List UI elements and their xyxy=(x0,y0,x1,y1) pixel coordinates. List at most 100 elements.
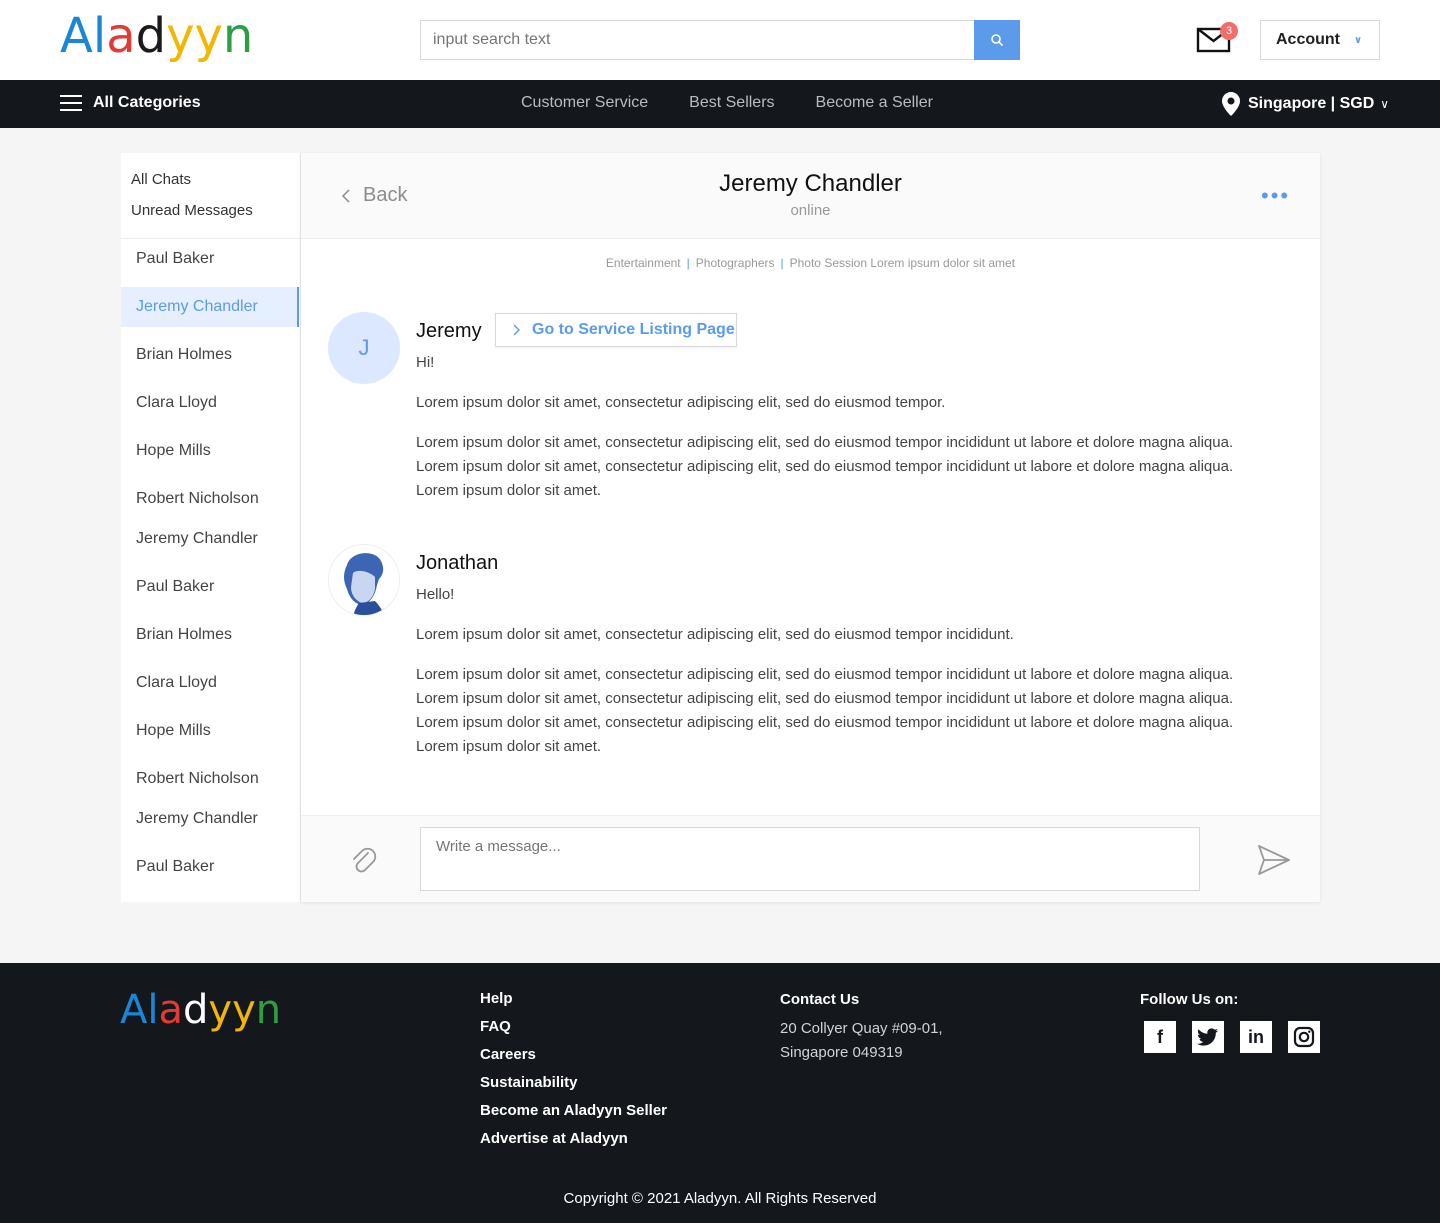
sidebar-item-contact[interactable]: Robert Nicholson xyxy=(121,759,300,799)
all-categories-button[interactable]: All Categories xyxy=(60,93,201,113)
site-footer: Aladyyn Help FAQ Careers Sustainability … xyxy=(0,963,1440,1223)
nav-links: Customer Service Best Sellers Become a S… xyxy=(521,94,974,112)
more-options-icon[interactable]: ••• xyxy=(1261,183,1290,209)
sidebar-item-contact[interactable]: Clara Lloyd xyxy=(121,383,300,423)
logo-letter: y xyxy=(208,987,233,1033)
message-text: Lorem ipsum dolor sit amet, consectetur … xyxy=(416,434,1234,499)
message-text: Hi! xyxy=(416,354,435,371)
sidebar-item-contact[interactable]: Jeremy Chandler xyxy=(121,799,300,839)
nav-link-customer-service[interactable]: Customer Service xyxy=(521,94,648,112)
logo-letter: l xyxy=(147,987,159,1033)
sidebar-item-contact[interactable]: Robert Nicholson xyxy=(121,479,300,519)
footer-link-faq[interactable]: FAQ xyxy=(480,1017,667,1045)
message-text: Lorem ipsum dolor sit amet, consectetur … xyxy=(416,394,946,411)
nav-link-best-sellers[interactable]: Best Sellers xyxy=(689,94,774,112)
account-dropdown[interactable]: Account ∨ xyxy=(1260,20,1380,60)
search-input[interactable] xyxy=(420,20,975,60)
footer-link-help[interactable]: Help xyxy=(480,989,667,1017)
sidebar-item-contact[interactable]: Hope Mills xyxy=(121,711,300,751)
notification-badge: 3 xyxy=(1220,22,1238,40)
chat-status: online xyxy=(790,202,831,219)
sidebar-item-contact[interactable]: Jeremy Chandler xyxy=(121,287,299,327)
go-to-listing-button[interactable]: Go to Service Listing Page xyxy=(495,313,737,347)
address-line: 20 Collyer Quay #09-01, xyxy=(780,1020,943,1037)
follow-heading: Follow Us on: xyxy=(1140,991,1239,1008)
menu-icon xyxy=(60,93,82,113)
chevron-down-icon: ∨ xyxy=(1380,97,1390,111)
avatar xyxy=(328,544,400,616)
brand-logo[interactable]: Aladyyn xyxy=(60,8,253,64)
message-text: Lorem ipsum dolor sit amet, consectetur … xyxy=(416,666,1234,755)
logo-letter: d xyxy=(183,987,209,1033)
twitter-icon[interactable] xyxy=(1192,1021,1224,1053)
chat-message: J Jeremy Go to Service Listing Page Hi! … xyxy=(328,312,1288,512)
message-sender: Jonathan xyxy=(416,552,499,574)
chevron-down-icon: ∨ xyxy=(1354,34,1363,46)
chevron-right-icon xyxy=(513,324,520,336)
message-composer xyxy=(301,815,1320,902)
chat-message: Jonathan Hello! Lorem ipsum dolor sit am… xyxy=(328,544,1288,764)
logo-letter: n xyxy=(255,987,282,1033)
sidebar-item-contact[interactable]: Brian Holmes xyxy=(121,335,300,375)
breadcrumb-separator: | xyxy=(780,256,784,270)
filter-all-chats[interactable]: All Chats xyxy=(131,171,300,202)
logo-letter: n xyxy=(222,8,254,64)
sidebar-item-contact[interactable]: Jeremy Chandler xyxy=(121,519,300,559)
linkedin-icon[interactable]: in xyxy=(1240,1021,1272,1053)
locale-selector[interactable]: Singapore | SGD ∨ xyxy=(1222,92,1389,116)
all-categories-label: All Categories xyxy=(93,94,201,111)
account-label: Account xyxy=(1276,31,1340,48)
locale-label: Singapore | SGD xyxy=(1248,95,1375,112)
breadcrumb-item[interactable]: Entertainment xyxy=(606,256,681,270)
avatar: J xyxy=(328,312,400,384)
footer-link-advertise[interactable]: Advertise at Aladyyn xyxy=(480,1129,667,1157)
sidebar-item-contact[interactable]: Paul Baker xyxy=(121,567,300,607)
logo-letter: l xyxy=(92,8,107,64)
chat-panel: Back Jeremy Chandler online ••• Entertai… xyxy=(301,153,1320,902)
chat-filters: All Chats Unread Messages xyxy=(121,153,300,239)
chat-contact-name: Jeremy Chandler xyxy=(719,170,902,197)
instagram-icon[interactable] xyxy=(1288,1021,1320,1053)
footer-follow: Follow Us on: f in xyxy=(1140,991,1320,1053)
attachment-icon[interactable] xyxy=(349,844,377,876)
contact-heading: Contact Us xyxy=(780,991,860,1008)
footer-links: Help FAQ Careers Sustainability Become a… xyxy=(480,989,667,1157)
footer-link-sustainability[interactable]: Sustainability xyxy=(480,1073,667,1101)
sidebar-item-contact[interactable]: Clara Lloyd xyxy=(121,663,300,703)
chat-header: Back Jeremy Chandler online ••• xyxy=(301,153,1320,239)
logo-letter: a xyxy=(158,987,184,1033)
search-icon xyxy=(991,34,1004,47)
logo-letter: A xyxy=(120,987,148,1033)
nav-link-become-seller[interactable]: Become a Seller xyxy=(816,94,933,112)
message-text: Lorem ipsum dolor sit amet, consectetur … xyxy=(416,626,1014,643)
breadcrumb-separator: | xyxy=(686,256,690,270)
facebook-icon[interactable]: f xyxy=(1144,1021,1176,1053)
sidebar-item-contact[interactable]: Paul Baker xyxy=(121,847,300,887)
listing-button-label: Go to Service Listing Page xyxy=(532,321,735,338)
logo-letter: y xyxy=(232,987,256,1033)
message-sender: Jeremy xyxy=(416,320,482,342)
logo-letter: a xyxy=(106,8,136,64)
breadcrumb-item[interactable]: Photo Session Lorem ipsum dolor sit amet xyxy=(790,256,1015,270)
address-line: Singapore 049319 xyxy=(780,1044,903,1061)
footer-link-careers[interactable]: Careers xyxy=(480,1045,667,1073)
logo-letter: y xyxy=(194,8,223,64)
user-photo-icon xyxy=(344,553,385,615)
sidebar-item-contact[interactable]: Brian Holmes xyxy=(121,615,300,655)
logo-letter: d xyxy=(135,8,167,64)
message-text: Hello! xyxy=(416,586,455,603)
filter-unread-messages[interactable]: Unread Messages xyxy=(131,202,300,233)
search-bar xyxy=(420,20,1020,60)
location-pin-icon xyxy=(1222,92,1240,116)
sidebar-item-contact[interactable]: Paul Baker xyxy=(121,239,300,279)
logo-letter: A xyxy=(60,8,93,64)
breadcrumb-item[interactable]: Photographers xyxy=(696,256,775,270)
send-icon[interactable] xyxy=(1257,844,1291,876)
message-input[interactable] xyxy=(420,827,1200,891)
footer-link-become-seller[interactable]: Become an Aladyyn Seller xyxy=(480,1101,667,1129)
search-button[interactable] xyxy=(974,20,1020,60)
sidebar-item-contact[interactable]: Hope Mills xyxy=(121,431,300,471)
footer-logo[interactable]: Aladyyn xyxy=(120,987,281,1033)
top-header: Aladyyn 3 Account ∨ xyxy=(0,0,1440,80)
chat-sidebar: All Chats Unread Messages Paul Baker Jere… xyxy=(121,153,301,902)
